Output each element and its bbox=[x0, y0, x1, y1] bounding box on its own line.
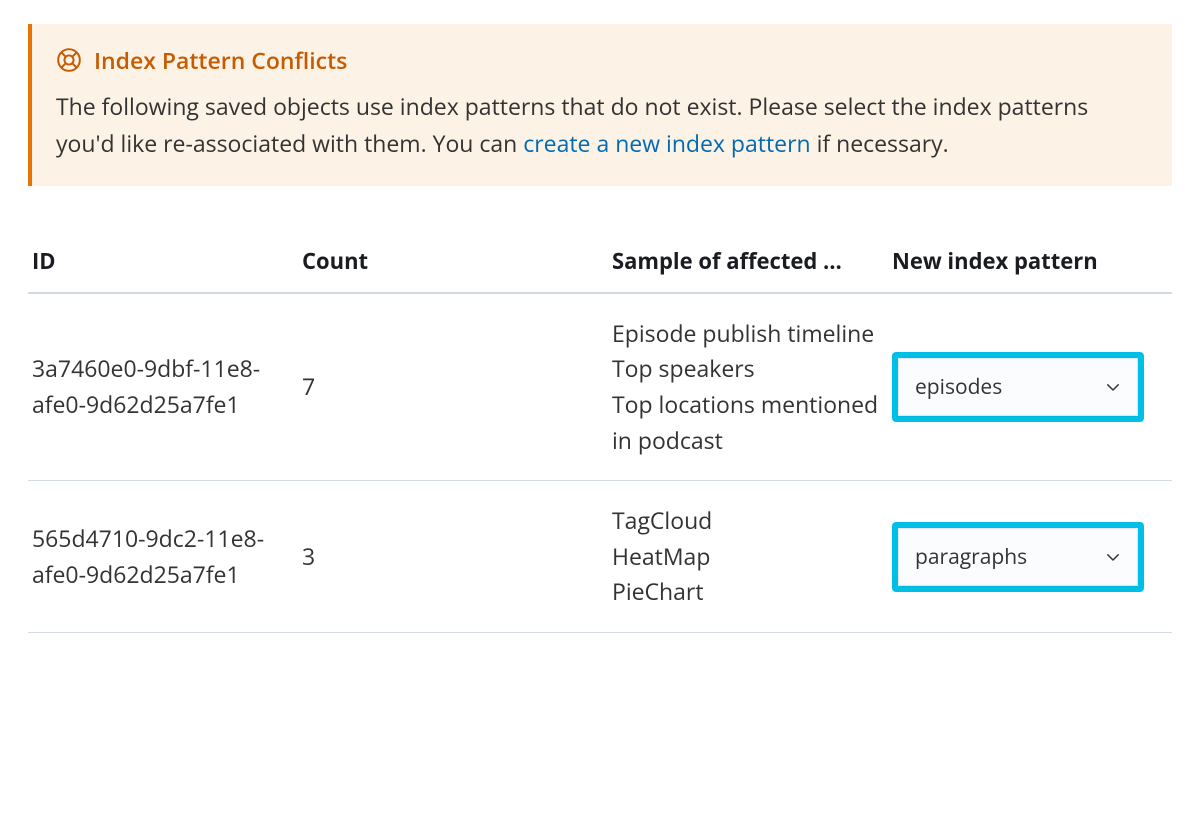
cell-id: 565d4710-9dc2-11e8-afe0-9d62d25a7fe1 bbox=[28, 481, 298, 633]
cell-count: 3 bbox=[298, 481, 608, 633]
conflicts-table: ID Count Sample of affected … New index … bbox=[28, 234, 1172, 633]
select-wrap: episodesparagraphs bbox=[892, 522, 1144, 592]
column-header-id: ID bbox=[28, 234, 298, 293]
cell-sample: Episode publish timelineTop speakersTop … bbox=[608, 293, 888, 481]
index-pattern-select[interactable]: episodesparagraphs bbox=[898, 528, 1138, 586]
create-index-pattern-link[interactable]: create a new index pattern bbox=[523, 127, 810, 159]
cell-count: 7 bbox=[298, 293, 608, 481]
column-header-select: New index pattern bbox=[888, 234, 1172, 293]
column-header-sample: Sample of affected … bbox=[608, 234, 888, 293]
column-header-count: Count bbox=[298, 234, 608, 293]
cell-select: episodesparagraphs bbox=[888, 293, 1172, 481]
sample-item: TagCloud bbox=[612, 503, 880, 539]
table-row: 3a7460e0-9dbf-11e8-afe0-9d62d25a7fe17Epi… bbox=[28, 293, 1172, 481]
select-wrap: episodesparagraphs bbox=[892, 352, 1144, 422]
sample-item: PieChart bbox=[612, 574, 880, 610]
callout-title: Index Pattern Conflicts bbox=[94, 44, 347, 76]
index-pattern-select[interactable]: episodesparagraphs bbox=[898, 358, 1138, 416]
cell-select: episodesparagraphs bbox=[888, 481, 1172, 633]
cell-id: 3a7460e0-9dbf-11e8-afe0-9d62d25a7fe1 bbox=[28, 293, 298, 481]
sample-item: Top locations mentioned in podcast bbox=[612, 387, 880, 458]
index-pattern-conflicts-callout: Index Pattern Conflicts The following sa… bbox=[28, 24, 1172, 186]
callout-body: The following saved objects use index pa… bbox=[56, 88, 1148, 162]
sample-item: HeatMap bbox=[612, 539, 880, 575]
cell-sample: TagCloudHeatMapPieChart bbox=[608, 481, 888, 633]
sample-item: Episode publish timeline bbox=[612, 316, 880, 352]
callout-text-post: if necessary. bbox=[811, 127, 949, 159]
sample-item: Top speakers bbox=[612, 351, 880, 387]
lifebuoy-icon bbox=[56, 47, 82, 73]
table-row: 565d4710-9dc2-11e8-afe0-9d62d25a7fe13Tag… bbox=[28, 481, 1172, 633]
